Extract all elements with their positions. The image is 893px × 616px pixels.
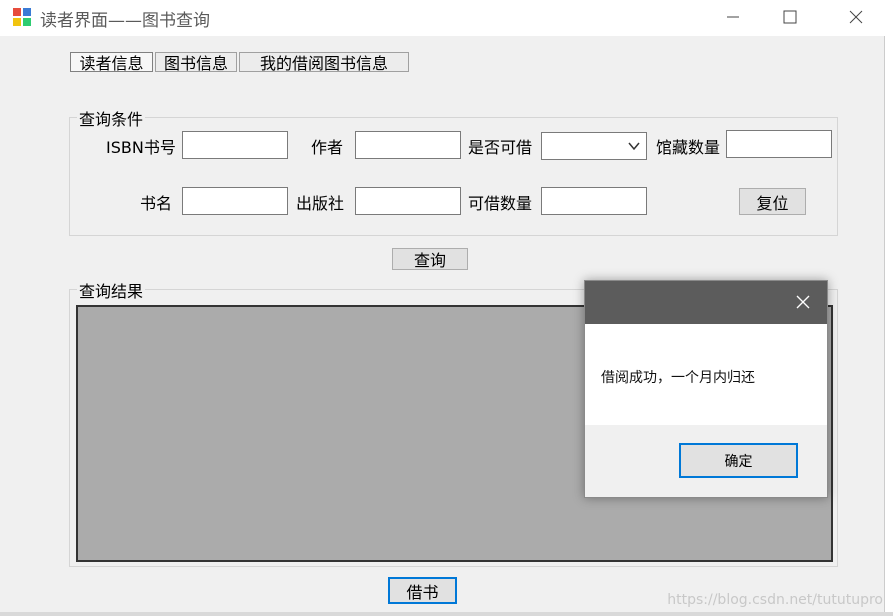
close-button[interactable] xyxy=(833,0,879,34)
isbn-label: ISBN书号 xyxy=(106,138,176,157)
query-button[interactable]: 查询 xyxy=(392,248,468,270)
tab-label: 图书信息 xyxy=(163,54,228,73)
watermark: https://blog.csdn.net/tututupro xyxy=(667,592,883,608)
dialog-message: 借阅成功，一个月内归还 xyxy=(601,370,755,386)
author-input[interactable] xyxy=(355,131,461,159)
borrow-button[interactable]: 借书 xyxy=(388,577,457,604)
collection-count-label: 馆藏数量 xyxy=(656,138,721,157)
available-count-input[interactable] xyxy=(541,187,647,215)
bottom-edge xyxy=(0,612,893,616)
dialog-title-bar xyxy=(585,281,827,324)
query-results-label: 查询结果 xyxy=(77,278,146,302)
query-conditions-label: 查询条件 xyxy=(77,106,146,130)
dialog-footer: 确定 xyxy=(585,425,827,497)
dialog-close-icon[interactable] xyxy=(796,295,810,309)
tab-my-borrowed-books[interactable]: 我的借阅图书信息 xyxy=(239,52,409,73)
tab-label: 我的借阅图书信息 xyxy=(259,54,388,73)
ok-button[interactable]: 确定 xyxy=(679,443,798,478)
maximize-button[interactable] xyxy=(767,0,813,34)
publisher-input[interactable] xyxy=(355,187,461,215)
window-edge xyxy=(884,36,893,616)
close-icon xyxy=(849,10,863,24)
collection-count-input[interactable] xyxy=(726,130,832,158)
title-bar: 读者界面——图书查询 xyxy=(0,0,893,36)
message-dialog: 借阅成功，一个月内归还 确定 xyxy=(584,280,828,498)
tab-reader-info[interactable]: 读者信息 xyxy=(70,52,153,73)
tab-label: 读者信息 xyxy=(79,54,144,73)
isbn-input[interactable] xyxy=(182,131,288,159)
publisher-label: 出版社 xyxy=(296,194,345,213)
tab-book-info[interactable]: 图书信息 xyxy=(155,52,237,73)
borrowable-select[interactable] xyxy=(541,132,647,160)
chevron-down-icon xyxy=(628,142,640,151)
minimize-button[interactable] xyxy=(710,0,756,34)
available-count-label: 可借数量 xyxy=(468,194,533,213)
author-label: 作者 xyxy=(311,138,344,157)
minimize-icon xyxy=(727,16,739,18)
borrowable-label: 是否可借 xyxy=(468,138,533,157)
title-input[interactable] xyxy=(182,187,288,215)
reset-button[interactable]: 复位 xyxy=(739,188,806,215)
app-icon xyxy=(13,8,31,26)
title-label: 书名 xyxy=(140,194,173,213)
maximize-icon xyxy=(783,10,797,24)
window-title: 读者界面——图书查询 xyxy=(40,11,210,31)
